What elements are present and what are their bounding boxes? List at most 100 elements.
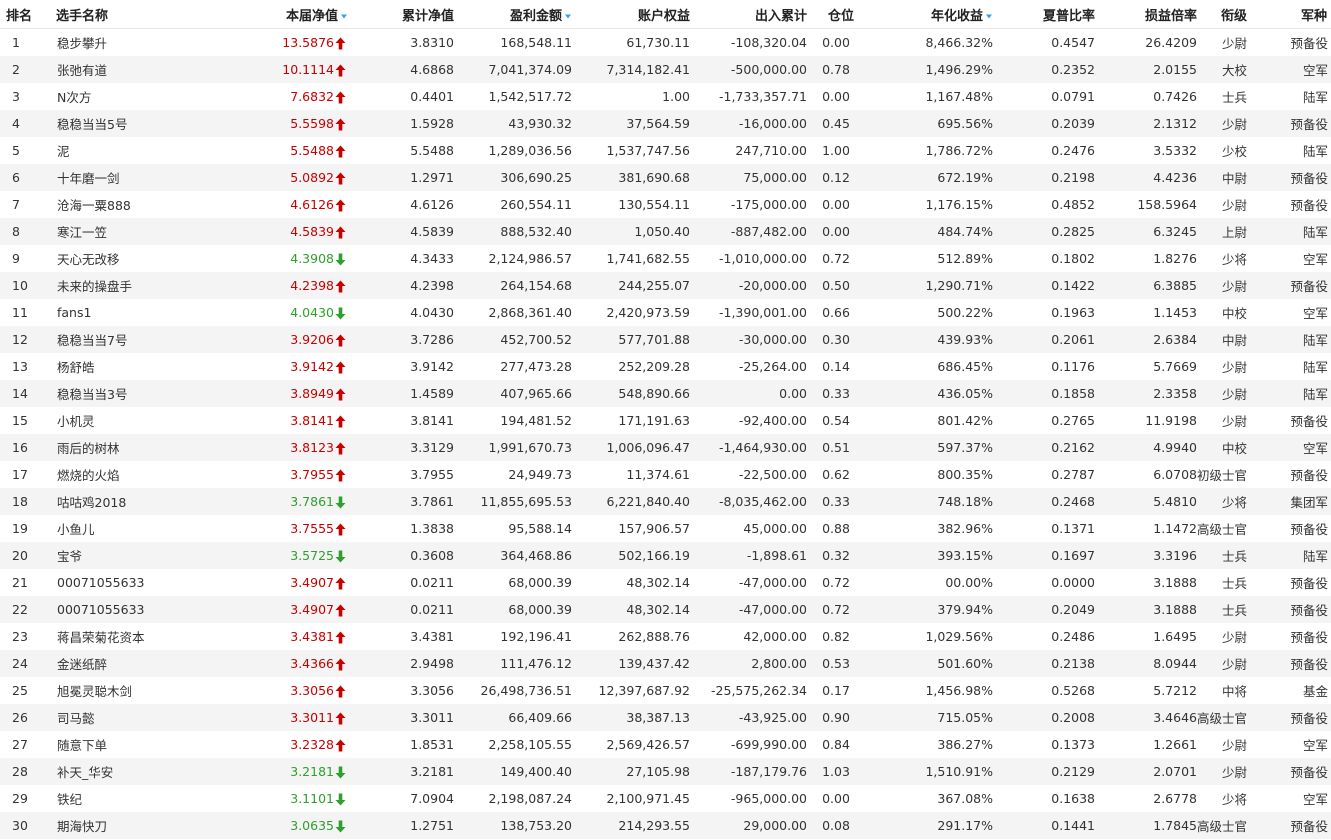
table-row[interactable]: 14 稳稳当当3号 3.8949 1.4589 407,965.66 548,8… [0, 380, 1331, 407]
table-row[interactable]: 15 小机灵 3.8141 3.8141 194,481.52 171,191.… [0, 407, 1331, 434]
player-name-link[interactable]: fans1 [36, 305, 246, 320]
cum-nav-cell: 2.9498 [410, 656, 454, 671]
player-name-link[interactable]: 00071055633 [36, 602, 246, 617]
table-row[interactable]: 1 稳步攀升 13.5876 3.8310 168,548.11 61,730.… [0, 29, 1331, 56]
player-name-link[interactable]: 金迷纸醉 [36, 654, 246, 673]
player-name-link[interactable]: 00071055633 [36, 575, 246, 590]
table-row[interactable]: 10 未来的操盘手 4.2398 4.2398 264,154.68 244,2… [0, 272, 1331, 299]
player-name-link[interactable]: 稳稳当当7号 [36, 330, 246, 349]
header-annual-sortable[interactable]: 年化收益 [865, 5, 993, 24]
table-row[interactable]: 5 泥 5.5488 5.5488 1,289,036.56 1,537,747… [0, 137, 1331, 164]
player-name-link[interactable]: 补天_华安 [36, 762, 246, 781]
table-row[interactable]: 19 小鱼儿 3.7555 1.3838 95,588.14 157,906.5… [0, 515, 1331, 542]
table-row[interactable]: 11 fans1 4.0430 4.0430 2,868,361.40 2,42… [0, 299, 1331, 326]
table-row[interactable]: 30 期海快刀 3.0635 1.2751 138,753.20 214,293… [0, 812, 1331, 839]
player-name-link[interactable]: 稳步攀升 [36, 33, 246, 52]
arrow-up-icon [335, 631, 346, 644]
cum-nav-cell: 3.8310 [410, 35, 454, 50]
table-row[interactable]: 18 咕咕鸡2018 3.7861 3.7861 11,855,695.53 6… [0, 488, 1331, 515]
player-name-link[interactable]: 十年磨一剑 [36, 168, 246, 187]
table-row[interactable]: 7 沧海一粟888 4.6126 4.6126 260,554.11 130,5… [0, 191, 1331, 218]
inout-cell: -43,925.00 [738, 710, 807, 725]
header-profit-sortable[interactable]: 盈利金额 [454, 5, 572, 24]
equity-cell: 1,741,682.55 [606, 251, 691, 266]
rank-cell: 20 [12, 548, 28, 563]
player-name-link[interactable]: 雨后的树林 [36, 438, 246, 457]
nav-value: 3.0635 [290, 818, 334, 833]
table-row[interactable]: 22 00071055633 3.4907 0.0211 68,000.39 4… [0, 596, 1331, 623]
rank-title-cell: 中将 [1221, 684, 1247, 699]
inout-cell: -187,179.76 [730, 764, 807, 779]
player-name-link[interactable]: N次方 [36, 87, 246, 106]
rank-title-cell: 少尉 [1221, 198, 1247, 213]
header-nav-sortable[interactable]: 本届净值 [246, 5, 348, 24]
army-cell: 预备役 [1290, 630, 1328, 645]
table-row[interactable]: 28 补天_华安 3.2181 3.2181 149,400.40 27,105… [0, 758, 1331, 785]
sort-down-triangle-icon[interactable] [564, 12, 572, 20]
nav-cell: 4.3908 [246, 251, 348, 266]
header-sharpe: 夏普比率 [1042, 8, 1095, 24]
player-name-link[interactable]: 蒋昌荣菊花资本 [36, 627, 246, 646]
table-row[interactable]: 29 铁纪 3.1101 7.0904 2,198,087.24 2,100,9… [0, 785, 1331, 812]
sort-down-triangle-icon[interactable] [985, 12, 993, 20]
table-row[interactable]: 8 寒江一笠 4.5839 4.5839 888,532.40 1,050.40… [0, 218, 1331, 245]
player-name-link[interactable]: 寒江一笠 [36, 222, 246, 241]
arrow-down-icon [335, 307, 346, 320]
sharpe-cell: 0.2765 [1051, 413, 1095, 428]
sort-down-triangle-icon[interactable] [340, 12, 348, 20]
table-row[interactable]: 2 张弛有道 10.1114 4.6868 7,041,374.09 7,314… [0, 56, 1331, 83]
sharpe-cell: 0.0000 [1051, 575, 1095, 590]
rank-cell: 25 [12, 683, 28, 698]
player-name-link[interactable]: 稳稳当当5号 [36, 114, 246, 133]
player-name-link[interactable]: 咕咕鸡2018 [36, 492, 246, 511]
table-row[interactable]: 23 蒋昌荣菊花资本 3.4381 3.4381 192,196.41 262,… [0, 623, 1331, 650]
table-row[interactable]: 26 司马懿 3.3011 3.3011 66,409.66 38,387.13… [0, 704, 1331, 731]
player-name-link[interactable]: 稳稳当当3号 [36, 384, 246, 403]
table-row[interactable]: 27 随意下单 3.2328 1.8531 2,258,105.55 2,569… [0, 731, 1331, 758]
sharpe-cell: 0.2138 [1051, 656, 1095, 671]
player-name-link[interactable]: 随意下单 [36, 735, 246, 754]
annual-cell: 382.96% [937, 521, 993, 536]
position-cell: 0.72 [822, 251, 850, 266]
table-row[interactable]: 25 旭冕灵聪木剑 3.3056 3.3056 26,498,736.51 12… [0, 677, 1331, 704]
table-row[interactable]: 24 金迷纸醉 3.4366 2.9498 111,476.12 139,437… [0, 650, 1331, 677]
player-name-link[interactable]: 期海快刀 [36, 816, 246, 835]
player-name-link[interactable]: 泥 [36, 141, 246, 160]
army-cell: 陆军 [1302, 144, 1328, 159]
player-name-link[interactable]: 宝爷 [36, 546, 246, 565]
position-cell: 0.08 [822, 818, 850, 833]
nav-value: 5.0892 [290, 170, 334, 185]
table-row[interactable]: 3 N次方 7.6832 0.4401 1,542,517.72 1.00 -1… [0, 83, 1331, 110]
player-name-link[interactable]: 司马懿 [36, 708, 246, 727]
player-name-link[interactable]: 未来的操盘手 [36, 276, 246, 295]
profit-cell: 452,700.52 [500, 332, 572, 347]
player-name-link[interactable]: 铁纪 [36, 789, 246, 808]
rank-title-cell: 初级士官 [1197, 468, 1247, 483]
inout-cell: -1,733,357.71 [718, 89, 807, 104]
player-name-link[interactable]: 张弛有道 [36, 60, 246, 79]
pl-ratio-cell: 1.7845 [1153, 818, 1197, 833]
player-name-link[interactable]: 杨舒皓 [36, 357, 246, 376]
table-row[interactable]: 17 燃烧的火焰 3.7955 3.7955 24,949.73 11,374.… [0, 461, 1331, 488]
profit-cell: 68,000.39 [508, 575, 572, 590]
player-name-link[interactable]: 沧海一粟888 [36, 195, 246, 214]
pl-ratio-cell: 1.1453 [1153, 305, 1197, 320]
player-name-link[interactable]: 燃烧的火焰 [36, 465, 246, 484]
player-name-link[interactable]: 小鱼儿 [36, 519, 246, 538]
table-row[interactable]: 13 杨舒皓 3.9142 3.9142 277,473.28 252,209.… [0, 353, 1331, 380]
table-row[interactable]: 4 稳稳当当5号 5.5598 1.5928 43,930.32 37,564.… [0, 110, 1331, 137]
header-rank-title: 衔级 [1220, 8, 1247, 24]
rank-cell: 6 [12, 170, 20, 185]
table-row[interactable]: 16 雨后的树林 3.8123 3.3129 1,991,670.73 1,00… [0, 434, 1331, 461]
nav-value: 3.2328 [290, 737, 334, 752]
player-name-link[interactable]: 小机灵 [36, 411, 246, 430]
table-row[interactable]: 12 稳稳当当7号 3.9206 3.7286 452,700.52 577,7… [0, 326, 1331, 353]
table-row[interactable]: 9 天心无改移 4.3908 4.3433 2,124,986.57 1,741… [0, 245, 1331, 272]
table-row[interactable]: 21 00071055633 3.4907 0.0211 68,000.39 4… [0, 569, 1331, 596]
table-row[interactable]: 6 十年磨一剑 5.0892 1.2971 306,690.25 381,690… [0, 164, 1331, 191]
player-name-link[interactable]: 旭冕灵聪木剑 [36, 681, 246, 700]
pl-ratio-cell: 3.5332 [1153, 143, 1197, 158]
annual-cell: 1,510.91% [925, 764, 993, 779]
table-row[interactable]: 20 宝爷 3.5725 0.3608 364,468.86 502,166.1… [0, 542, 1331, 569]
player-name-link[interactable]: 天心无改移 [36, 249, 246, 268]
